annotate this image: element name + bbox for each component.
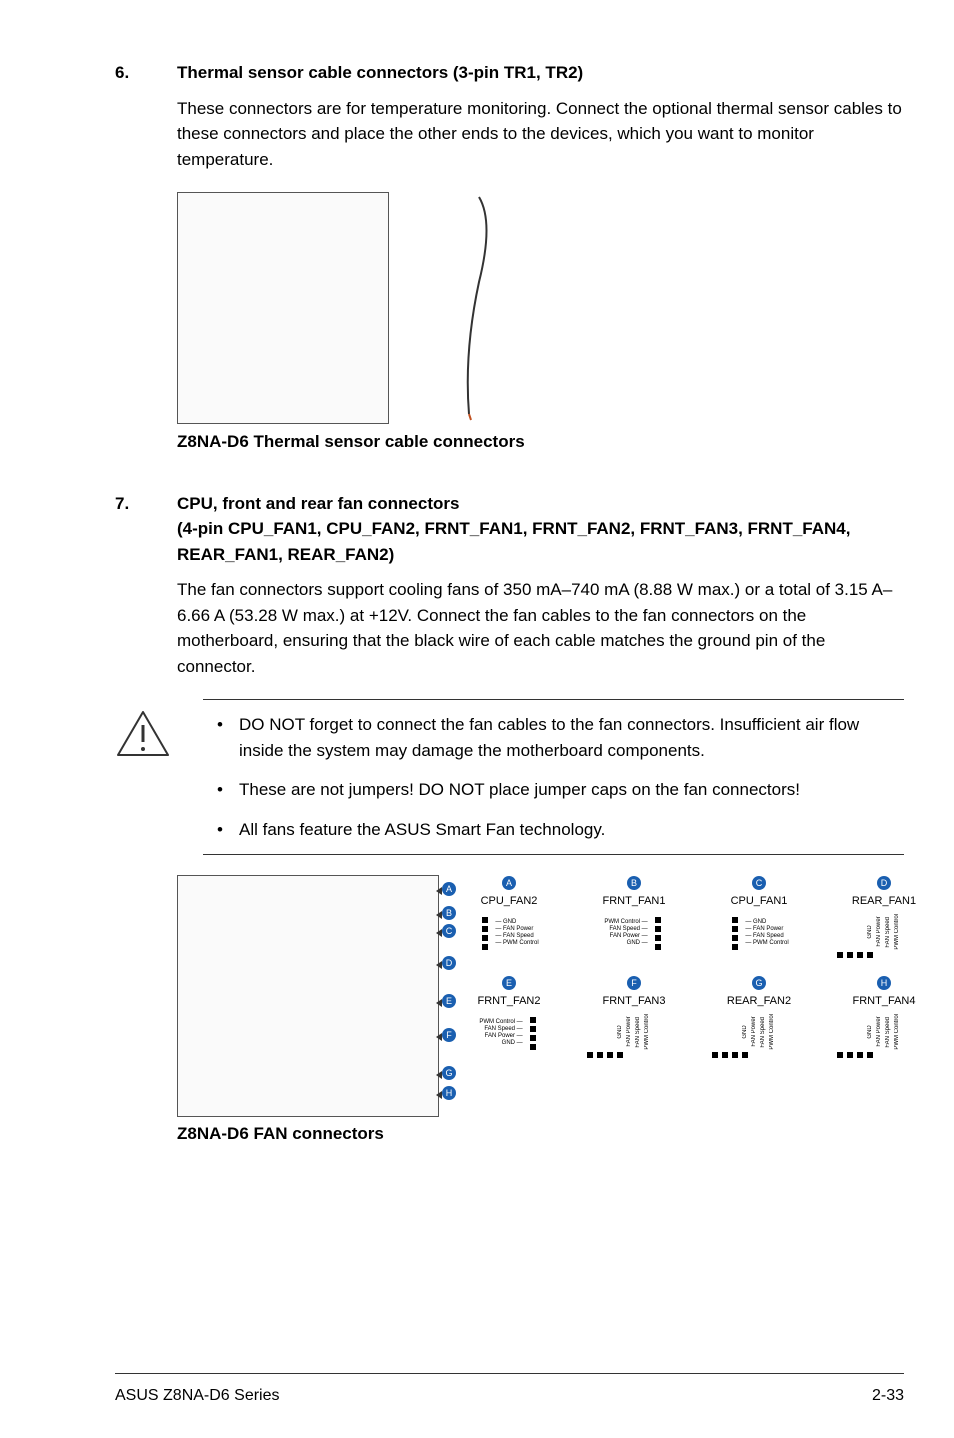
section-number: 6.	[115, 60, 177, 86]
bullet-icon: •	[203, 817, 239, 843]
bullet-icon: •	[203, 712, 239, 763]
fan-label: CPU_FAN1	[709, 893, 809, 910]
callout-badge: D	[442, 956, 456, 970]
fan-connector-cell: CCPU_FAN1— GND— FAN Power— FAN Speed— PW…	[709, 875, 809, 961]
fan-connector-cell: FFRNT_FAN3GNDFAN PowerFAN SpeedPWM Contr…	[584, 975, 684, 1061]
motherboard-illustration	[177, 192, 389, 424]
callout-badge: C	[442, 924, 456, 938]
fan-connector-cell: BFRNT_FAN1PWM Control —FAN Speed —FAN Po…	[584, 875, 684, 961]
section-body: These connectors are for temperature mon…	[177, 96, 904, 173]
note-list: • DO NOT forget to connect the fan cable…	[203, 699, 904, 855]
fan-badge: C	[752, 876, 766, 890]
section-title: Thermal sensor cable connectors (3-pin T…	[177, 60, 904, 86]
fan-badge: F	[627, 976, 641, 990]
fan-badge: E	[502, 976, 516, 990]
bullet-icon: •	[203, 777, 239, 803]
motherboard-illustration: ABCDEFGH	[177, 875, 439, 1117]
callout-badge: G	[442, 1066, 456, 1080]
callout-badge: B	[442, 906, 456, 920]
callout-badge: F	[442, 1028, 456, 1042]
fan-connector-cell: EFRNT_FAN2PWM Control —FAN Speed —FAN Po…	[459, 975, 559, 1061]
fan-label: REAR_FAN1	[834, 893, 934, 910]
section-title: CPU, front and rear fan connectors (4-pi…	[177, 491, 904, 568]
fan-connector-cell: DREAR_FAN1GNDFAN PowerFAN SpeedPWM Contr…	[834, 875, 934, 961]
fan-connector-cell: GREAR_FAN2GNDFAN PowerFAN SpeedPWM Contr…	[709, 975, 809, 1061]
section-body: The fan connectors support cooling fans …	[177, 577, 904, 679]
note-text: All fans feature the ASUS Smart Fan tech…	[239, 817, 605, 843]
thermal-cable-icon	[449, 192, 509, 422]
footer-left: ASUS Z8NA-D6 Series	[115, 1384, 280, 1408]
fan-badge: A	[502, 876, 516, 890]
fan-badge: B	[627, 876, 641, 890]
footer-page-number: 2-33	[872, 1384, 904, 1408]
note-text: DO NOT forget to connect the fan cables …	[239, 712, 904, 763]
callout-badge: H	[442, 1086, 456, 1100]
fan-label: CPU_FAN2	[459, 893, 559, 910]
caution-icon	[115, 699, 173, 767]
fan-connector-cell: HFRNT_FAN4GNDFAN PowerFAN SpeedPWM Contr…	[834, 975, 934, 1061]
fan-diagram: ABCDEFGH Z8NA-D6 FAN connectors ACPU_FAN…	[177, 875, 904, 1147]
fan-label: FRNT_FAN4	[834, 993, 934, 1010]
fan-connector-cell: ACPU_FAN2— GND— FAN Power— FAN Speed— PW…	[459, 875, 559, 961]
fan-badge: G	[752, 976, 766, 990]
diagram-caption: Z8NA-D6 Thermal sensor cable connectors	[177, 429, 904, 455]
diagram-caption: Z8NA-D6 FAN connectors	[177, 1121, 439, 1147]
fan-badge: D	[877, 876, 891, 890]
callout-badge: E	[442, 994, 456, 1008]
section-number: 7.	[115, 491, 177, 568]
fan-label: REAR_FAN2	[709, 993, 809, 1010]
note-text: These are not jumpers! DO NOT place jump…	[239, 777, 800, 803]
fan-label: FRNT_FAN1	[584, 893, 684, 910]
fan-label: FRNT_FAN3	[584, 993, 684, 1010]
fan-badge: H	[877, 976, 891, 990]
thermal-diagram: Z8NA-D6 Thermal sensor cable connectors	[177, 192, 904, 455]
callout-badge: A	[442, 882, 456, 896]
fan-label: FRNT_FAN2	[459, 993, 559, 1010]
